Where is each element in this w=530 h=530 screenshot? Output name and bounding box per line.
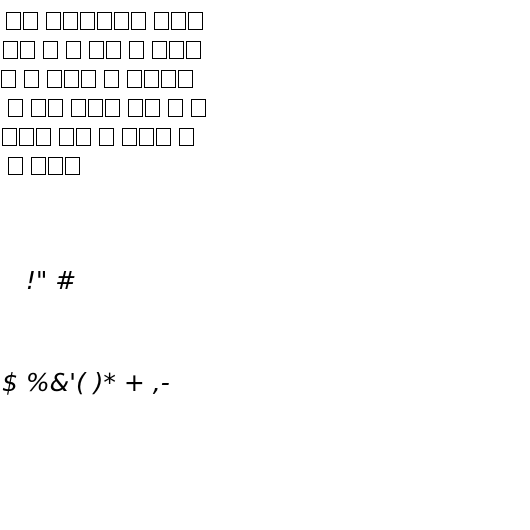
missing-glyph-box [179,127,194,146]
missing-glyph-box [89,40,104,59]
missing-glyph-box [76,127,91,146]
missing-glyph-box [43,40,58,59]
missing-glyph-box [178,69,193,88]
missing-glyph-box [66,40,81,59]
tofu-word [8,156,23,175]
missing-glyph-box [46,11,61,30]
missing-glyph-box [129,40,144,59]
missing-glyph-box [161,69,176,88]
missing-glyph-box [114,11,129,30]
missing-glyph-box [191,98,206,117]
tofu-word [8,98,23,117]
tofu-row [0,122,230,151]
tofu-word [46,11,146,30]
tofu-row [0,64,230,93]
missing-glyph-box [88,98,103,117]
missing-glyph-box [48,156,63,175]
missing-glyph-box [186,40,201,59]
missing-glyph-box [48,98,63,117]
tofu-word [128,98,160,117]
tofu-word [31,156,80,175]
missing-glyph-box [1,69,16,88]
missing-glyph-box [63,11,78,30]
tofu-word [47,69,96,88]
tofu-word [168,98,183,117]
missing-glyph-box [2,127,17,146]
tofu-word [127,69,193,88]
missing-glyph-box [8,98,23,117]
missing-glyph-box [127,69,142,88]
missing-glyph-box [128,98,143,117]
missing-glyph-box [71,98,86,117]
missing-glyph-box [23,11,38,30]
missing-glyph-box [106,40,121,59]
tofu-word [66,40,81,59]
tofu-word [122,127,171,146]
tofu-word [43,40,58,59]
missing-glyph-box [59,127,74,146]
missing-glyph-box [24,69,39,88]
missing-glyph-box [31,98,46,117]
missing-glyph-box [145,98,160,117]
tofu-word [99,127,114,146]
symbol-glyph-block: !" # $ %&'( )* + ,- [2,196,262,434]
missing-glyph-box [31,156,46,175]
tofu-word [191,98,206,117]
tofu-row [0,35,230,64]
missing-glyph-box [97,11,112,30]
tofu-word [2,127,51,146]
tofu-word [24,69,39,88]
tofu-word [104,69,119,88]
tofu-row [0,93,230,122]
missing-glyph-box [144,69,159,88]
missing-glyph-box [131,11,146,30]
missing-glyph-box [104,69,119,88]
missing-glyph-box [169,40,184,59]
tofu-word [71,98,120,117]
missing-glyph-box [20,40,35,59]
missing-glyph-box [3,40,18,59]
tofu-word [154,11,203,30]
tofu-word [6,11,38,30]
symbol-line-1: !" # [2,266,77,295]
missing-glyph-box [47,69,62,88]
missing-glyph-box [81,69,96,88]
tofu-row [0,151,230,180]
tofu-word [59,127,91,146]
tofu-word [129,40,144,59]
missing-glyph-box [19,127,34,146]
missing-glyph-box [105,98,120,117]
missing-glyph-text-block [0,6,230,180]
page: { "tofu_rows": [ [2, 6, 3], [2, 1, 1, 2,… [0,0,530,530]
missing-glyph-box [154,11,169,30]
missing-glyph-box [65,156,80,175]
tofu-word [1,69,16,88]
tofu-word [3,40,35,59]
missing-glyph-box [8,156,23,175]
missing-glyph-box [152,40,167,59]
missing-glyph-box [6,11,21,30]
missing-glyph-box [122,127,137,146]
missing-glyph-box [36,127,51,146]
tofu-row [0,6,230,35]
missing-glyph-box [139,127,154,146]
symbol-line-2: $ %&'( )* + ,- [2,368,170,397]
missing-glyph-box [64,69,79,88]
missing-glyph-box [188,11,203,30]
missing-glyph-box [80,11,95,30]
tofu-word [89,40,121,59]
tofu-word [152,40,201,59]
missing-glyph-box [168,98,183,117]
tofu-word [179,127,194,146]
tofu-word [31,98,63,117]
missing-glyph-box [171,11,186,30]
missing-glyph-box [99,127,114,146]
missing-glyph-box [156,127,171,146]
